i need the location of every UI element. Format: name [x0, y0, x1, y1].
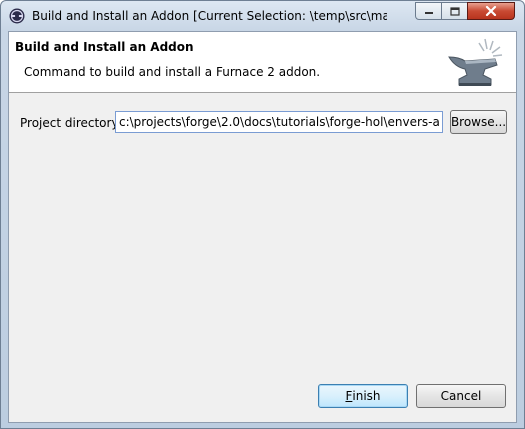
browse-button[interactable]: Browse... [450, 110, 507, 134]
finish-label: inish [352, 389, 381, 403]
finish-mnemonic: F [345, 389, 353, 403]
close-icon [485, 6, 497, 16]
wizard-header: Build and Install an Addon Command to bu… [9, 32, 516, 93]
finish-button[interactable]: Finish [318, 384, 408, 408]
minimize-button[interactable] [415, 2, 442, 20]
project-directory-label-text: Project directory: [20, 116, 122, 130]
eclipse-icon [9, 8, 25, 24]
dialog-client-area: Build and Install an Addon Command to bu… [8, 31, 517, 423]
project-directory-input[interactable] [115, 111, 443, 133]
page-title: Build and Install an Addon [15, 40, 194, 54]
anvil-icon [448, 38, 503, 86]
maximize-button[interactable] [441, 2, 468, 20]
minimize-icon [424, 12, 433, 14]
project-directory-label: Project directory:* [20, 116, 128, 130]
dialog-window: Build and Install an Addon [Current Sele… [0, 0, 525, 429]
maximize-icon [449, 6, 460, 16]
title-bar[interactable]: Build and Install an Addon [Current Sele… [1, 1, 524, 31]
close-button[interactable] [467, 2, 515, 20]
page-description: Command to build and install a Furnace 2… [24, 65, 321, 79]
window-title: Build and Install an Addon [Current Sele… [32, 9, 387, 23]
cancel-button[interactable]: Cancel [416, 384, 506, 408]
